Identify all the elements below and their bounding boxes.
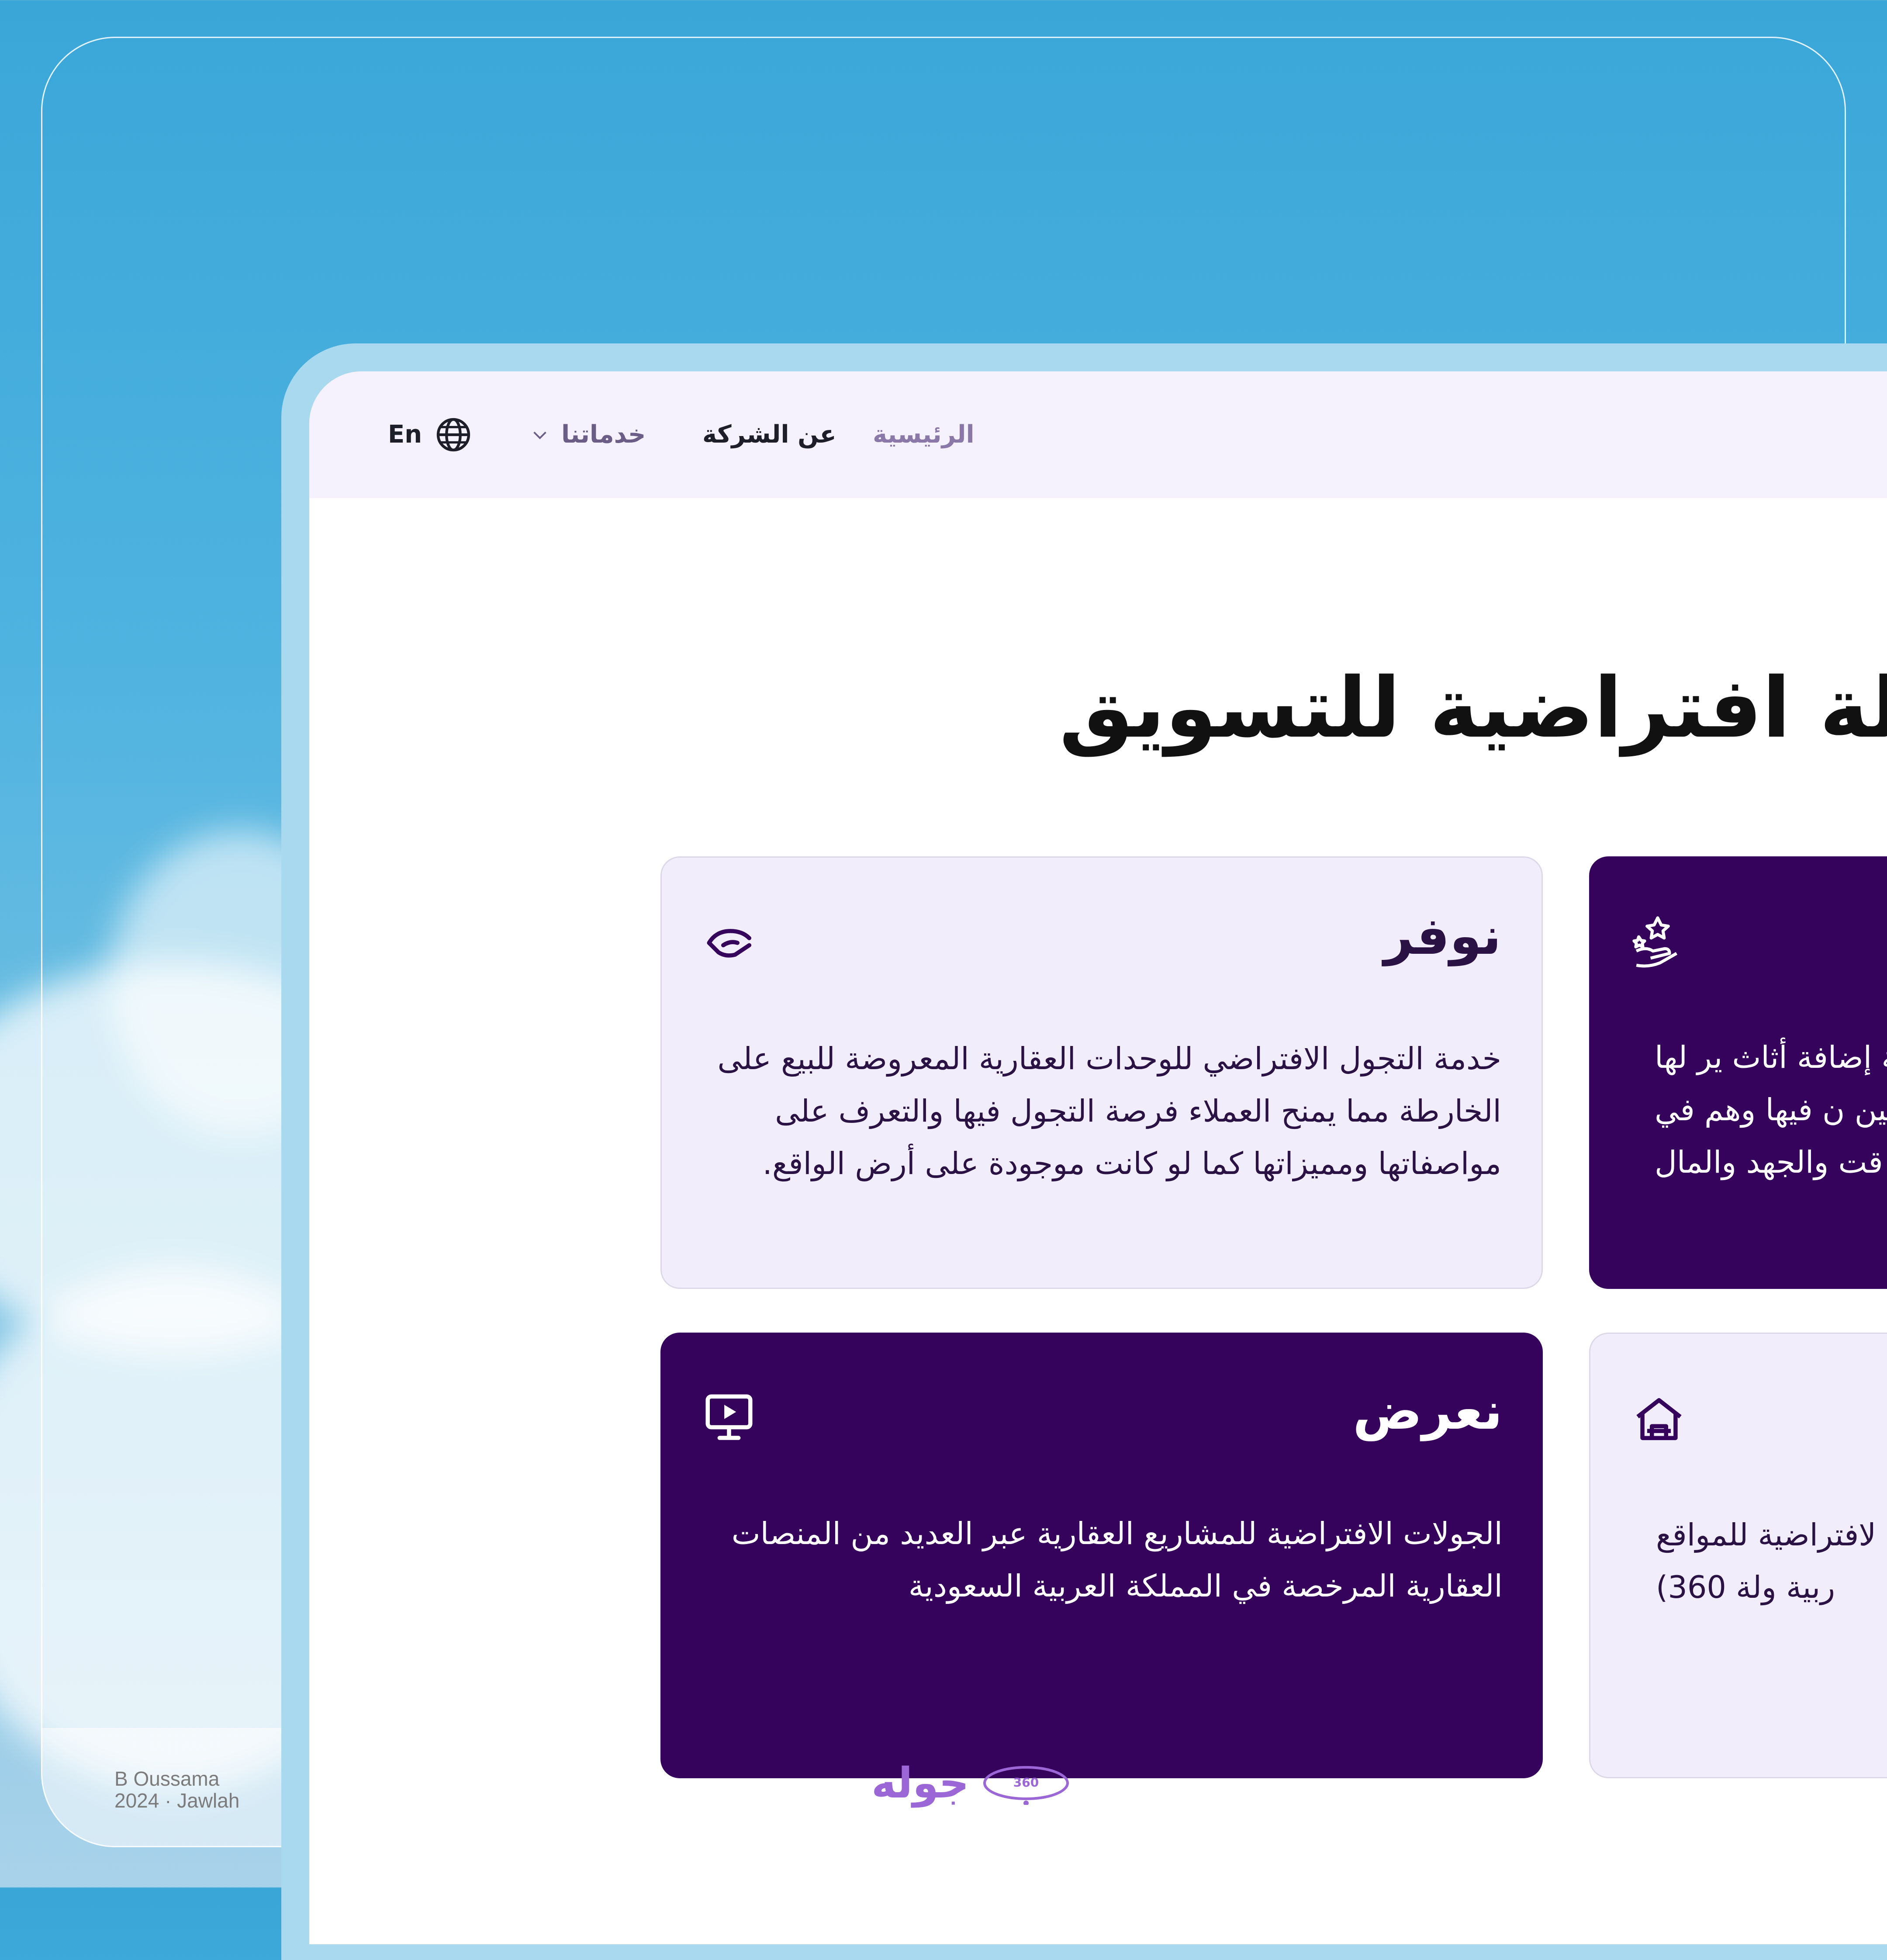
nav-about[interactable]: عن الشركة — [702, 415, 836, 454]
nav-services-label: خدماتنا — [561, 420, 646, 449]
logo-text: جوله — [871, 1759, 969, 1808]
card-text: الجولات الافتراضية للمشاريع العقارية عبر… — [731, 1516, 1503, 1604]
hero-headline: جولة افتراضية للتسويق — [1059, 660, 1887, 756]
credit-author: B Oussama — [114, 1767, 220, 1790]
card-display: نعرض الجولات الافتراضية للمشاريع العقاري… — [660, 1333, 1543, 1778]
credit-year: 2024 · Jawlah — [114, 1789, 240, 1812]
language-label: En — [388, 420, 422, 449]
hand-stars-icon — [1632, 916, 1678, 968]
chevron-down-icon — [533, 431, 546, 440]
navbar: الرئيسية عن الشركة خدماتنا En — [309, 371, 1887, 498]
card-title: نوفر — [1384, 906, 1501, 966]
card-provide: نوفر خدمة التجول الافتراضي للوحدات العقا… — [660, 856, 1543, 1289]
jawlah-logo[interactable]: 360 جوله — [871, 1759, 1070, 1808]
nav-home[interactable]: الرئيسية — [873, 415, 975, 454]
card-text: خدمة التجول الافتراضي للوحدات العقارية ا… — [717, 1041, 1501, 1181]
card-sites: لافتراضية للمواقع ربية ولة 360) — [1589, 1333, 1887, 1778]
website-screen: الرئيسية عن الشركة خدماتنا En جولة افترا… — [309, 371, 1887, 1944]
globe-icon — [436, 418, 470, 452]
handshake-icon — [707, 929, 752, 958]
logo-360-icon: 360 — [983, 1766, 1069, 1805]
language-switch[interactable]: En — [388, 415, 472, 454]
card-text: لافتراضية للمواقع ربية ولة 360) — [1656, 1517, 1877, 1605]
house-hand-icon — [1636, 1398, 1682, 1441]
card-title: نعرض — [1352, 1381, 1503, 1441]
card-text: مكانية إضافة أثاث ير لها وتمكين ن فيها و… — [1655, 1039, 1887, 1180]
credit: B Oussama 2024 · Jawlah — [114, 1768, 239, 1811]
monitor-play-icon — [705, 1394, 753, 1440]
card-features: مكانية إضافة أثاث ير لها وتمكين ن فيها و… — [1589, 856, 1887, 1289]
nav-services[interactable]: خدماتنا — [530, 415, 646, 454]
logo-badge: 360 — [1013, 1775, 1038, 1790]
